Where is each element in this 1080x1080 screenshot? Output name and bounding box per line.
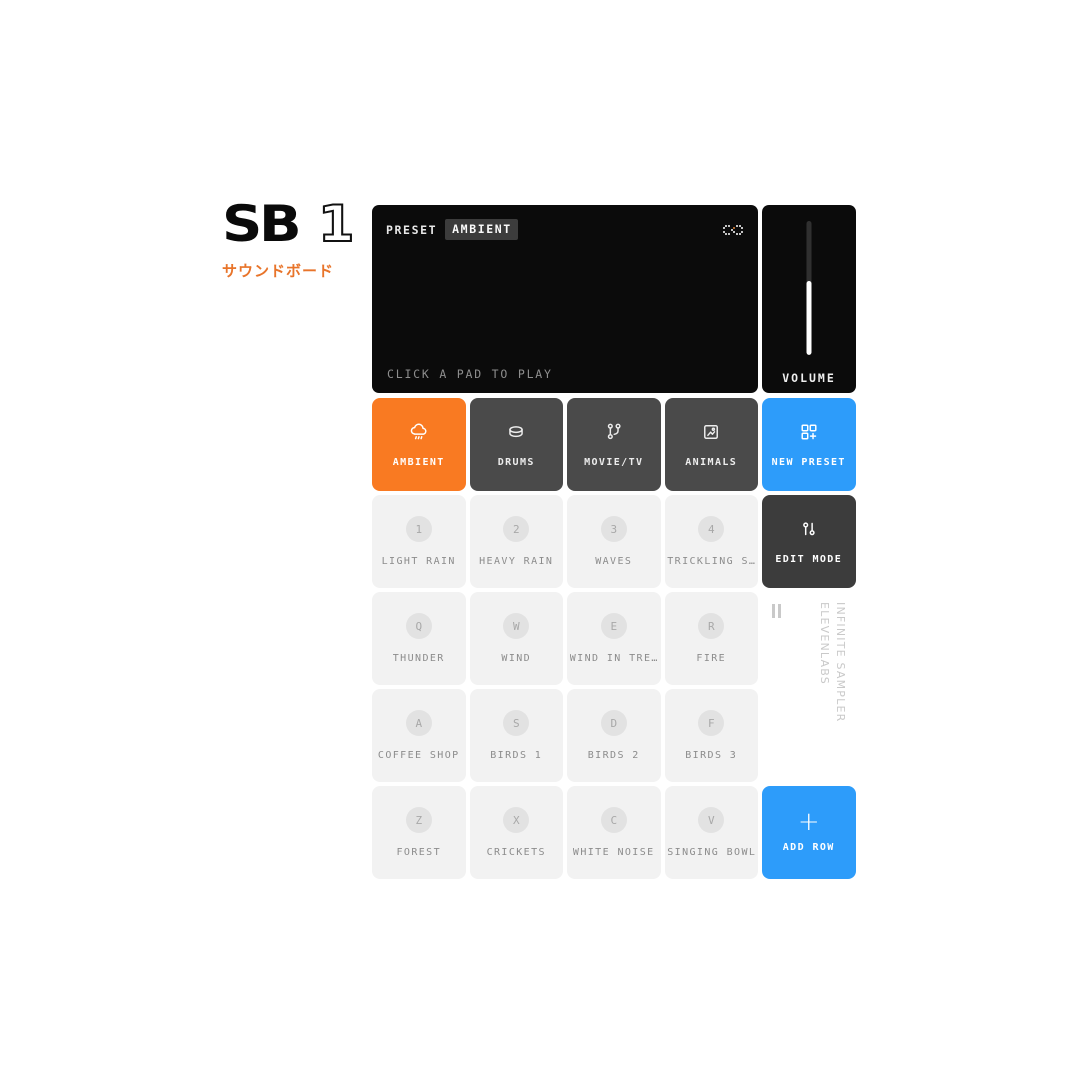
pad-label: WAVES <box>595 556 633 567</box>
pad-heavy-rain[interactable]: 2 HEAVY RAIN <box>469 495 563 588</box>
sliders-icon <box>798 518 820 540</box>
pad-coffee-shop[interactable]: A COFFEE SHOP <box>372 689 466 782</box>
plus-icon: + <box>797 807 820 837</box>
tab-label: MOVIE/TV <box>584 457 644 468</box>
pad-key-badge: F <box>698 710 725 736</box>
pad-row: Z FOREST X CRICKETS C WHITE NOISE V SINGING BOW… <box>372 786 856 879</box>
volume-label: VOLUME <box>782 371 836 385</box>
pad-key-badge: V <box>698 807 725 833</box>
pad-label: WHITE NOISE <box>572 847 655 858</box>
side-meta-line-1: INFINITE SAMPLER <box>834 602 847 723</box>
pad-key-badge: E <box>600 613 627 639</box>
pad-key-badge: D <box>600 710 627 736</box>
volume-panel: VOLUME <box>762 205 856 393</box>
logo-accent-text: 1 <box>317 195 356 253</box>
pad-key-badge: 2 <box>503 516 530 542</box>
pad-crickets[interactable]: X CRICKETS <box>469 786 563 879</box>
grid-plus-icon <box>798 421 820 443</box>
pad-wind[interactable]: W WIND <box>469 592 563 685</box>
pad-key-badge: R <box>698 613 725 639</box>
pause-icon[interactable] <box>772 604 781 618</box>
pad-birds-1[interactable]: S BIRDS 1 <box>469 689 563 782</box>
pad-row: 1 LIGHT RAIN 2 HEAVY RAIN 3 WAVES 4 TRICKLING S… <box>372 495 856 588</box>
util-label: ADD ROW <box>782 842 835 853</box>
tab-drums[interactable]: DRUMS <box>469 398 563 491</box>
util-label: EDIT MODE <box>775 554 843 565</box>
logo: SB 1 <box>222 195 362 253</box>
preset-label: PRESET <box>386 222 438 237</box>
tab-label: AMBIENT <box>392 457 445 468</box>
pad-key-badge: A <box>405 710 432 736</box>
preset-value-badge[interactable]: AMBIENT <box>445 219 518 240</box>
volume-slider[interactable] <box>806 221 812 355</box>
pad-thunder[interactable]: Q THUNDER <box>372 592 466 685</box>
pad-label: FOREST <box>396 847 442 858</box>
pad-label: BIRDS 1 <box>490 750 543 761</box>
framed-paw-icon <box>700 421 722 443</box>
cloud-rain-icon <box>408 421 430 443</box>
pad-light-rain[interactable]: 1 LIGHT RAIN <box>372 495 466 588</box>
drum-disc-icon <box>505 421 527 443</box>
loop-dotted-icon[interactable] <box>722 224 744 236</box>
tab-new-preset[interactable]: NEW PRESET <box>762 398 856 491</box>
tab-label: DRUMS <box>497 457 535 468</box>
tab-movie-tv[interactable]: MOVIE/TV <box>567 398 661 491</box>
brand-subtitle: サウンドボード <box>222 262 335 280</box>
tab-animals[interactable]: ANIMALS <box>664 398 758 491</box>
pad-key-badge: W <box>503 613 530 639</box>
pad-white-noise[interactable]: C WHITE NOISE <box>567 786 661 879</box>
add-row-button[interactable]: + ADD ROW <box>762 786 856 879</box>
pad-trickling-s-[interactable]: 4 TRICKLING S… <box>664 495 758 588</box>
pad-key-badge: 3 <box>600 516 627 542</box>
pad-birds-2[interactable]: D BIRDS 2 <box>567 689 661 782</box>
pad-singing-bowl[interactable]: V SINGING BOWL <box>664 786 758 879</box>
logo-main-text: SB <box>222 195 302 253</box>
side-meta-line-2: ELEVENLABS <box>818 602 831 685</box>
pad-key-badge: 1 <box>405 516 432 542</box>
git-branch-icon <box>603 421 625 443</box>
display-hint-text: CLICK A PAD TO PLAY <box>387 367 553 381</box>
tab-ambient[interactable]: AMBIENT <box>372 398 466 491</box>
tab-label: NEW PRESET <box>771 457 846 468</box>
pad-key-badge: 4 <box>698 516 725 542</box>
pad-forest[interactable]: Z FOREST <box>372 786 466 879</box>
pad-key-badge: S <box>503 710 530 736</box>
brand-block: SB 1 サウンドボード <box>222 198 362 281</box>
pad-waves[interactable]: 3 WAVES <box>567 495 661 588</box>
display-screen: PRESET AMBIENT CLICK A PAD TO PLAY <box>372 205 758 393</box>
pad-label: WIND IN TRE… <box>569 653 658 664</box>
pad-label: BIRDS 2 <box>587 750 640 761</box>
pad-label: THUNDER <box>392 653 445 664</box>
pad-label: WIND <box>501 653 532 664</box>
volume-fill <box>806 281 812 355</box>
pad-key-badge: X <box>503 807 530 833</box>
pad-label: LIGHT RAIN <box>381 556 456 567</box>
pad-label: SINGING BOWL <box>667 847 756 858</box>
pad-label: HEAVY RAIN <box>479 556 554 567</box>
pad-fire[interactable]: R FIRE <box>664 592 758 685</box>
pad-label: CRICKETS <box>486 847 546 858</box>
pad-key-badge: Z <box>405 807 432 833</box>
tab-label: ANIMALS <box>685 457 738 468</box>
pad-label: FIRE <box>696 653 727 664</box>
pad-key-badge: Q <box>405 613 432 639</box>
category-tab-row: AMBIENT DRUMS MOVIE/TV ANIMALS NEW PRESET <box>372 398 856 491</box>
pad-key-badge: C <box>600 807 627 833</box>
pad-label: COFFEE SHOP <box>377 750 460 761</box>
pad-label: TRICKLING S… <box>667 556 756 567</box>
display-header: PRESET AMBIENT <box>386 219 744 240</box>
app-root: SB 1 サウンドボード PRESET AMBIENT CLICK A PAD … <box>0 0 1080 1080</box>
pad-birds-3[interactable]: F BIRDS 3 <box>664 689 758 782</box>
side-meta: INFINITE SAMPLER ELEVENLABS <box>762 596 856 722</box>
pad-label: BIRDS 3 <box>685 750 738 761</box>
edit-mode-button[interactable]: EDIT MODE <box>762 495 856 588</box>
preset-area: PRESET AMBIENT <box>386 219 518 240</box>
pad-wind-in-tre-[interactable]: E WIND IN TRE… <box>567 592 661 685</box>
